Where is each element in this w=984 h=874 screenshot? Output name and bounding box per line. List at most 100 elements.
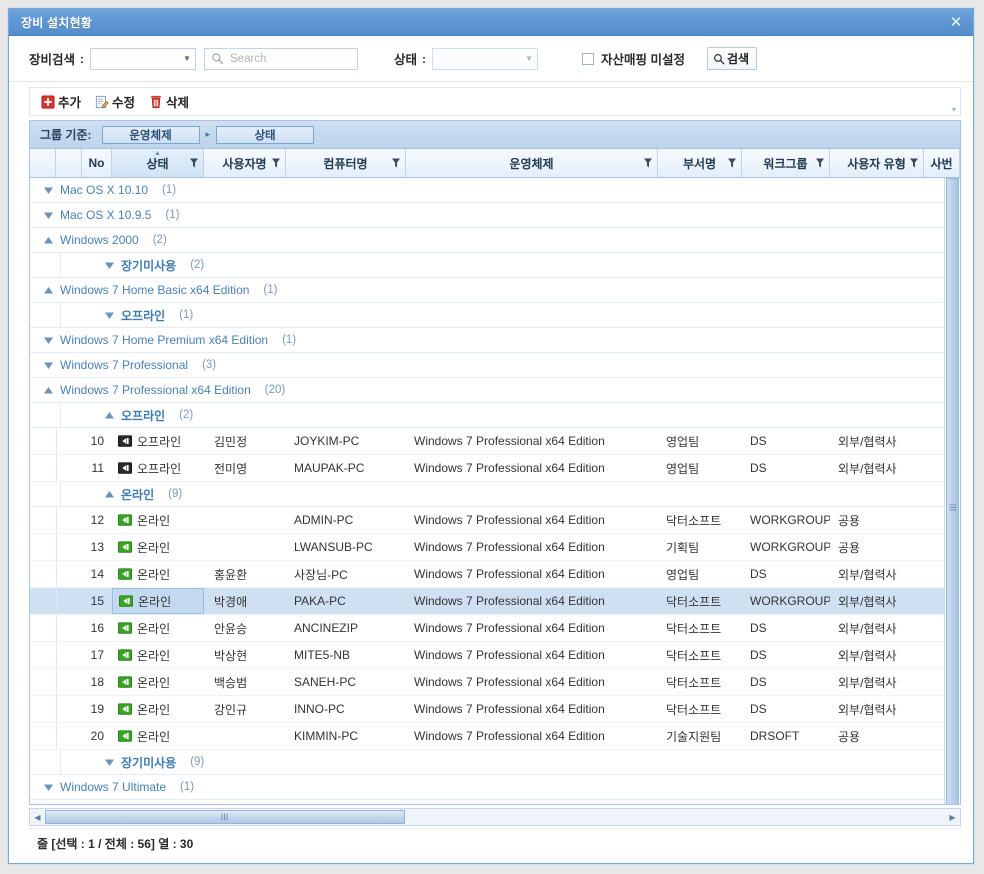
cell-no: 18 xyxy=(90,675,104,689)
filter-icon[interactable] xyxy=(392,158,400,168)
column-header-workgroup[interactable]: 워크그룹 xyxy=(742,149,830,177)
group-row-level-1[interactable]: Windows 7 Professional (3) xyxy=(30,353,960,378)
filter-icon[interactable] xyxy=(644,158,652,168)
horizontal-scrollbar-thumb[interactable] xyxy=(45,810,405,824)
collapse-triangle-icon[interactable] xyxy=(105,411,114,420)
group-row-level-1[interactable]: Mac OS X 10.9.5 (1) xyxy=(30,203,960,228)
group-row-content: Windows 7 Ultimate (1) xyxy=(30,775,194,799)
toolbar-overflow-icon[interactable]: ▾ xyxy=(952,106,956,114)
expand-triangle-icon[interactable] xyxy=(44,783,53,792)
group-row-level-1[interactable]: Windows 7 Home Premium x64 Edition (1) xyxy=(30,328,960,353)
close-icon[interactable]: ✕ xyxy=(945,12,967,32)
group-row-label: Windows 7 Ultimate xyxy=(60,780,167,794)
group-row-level-1[interactable]: Windows 2000 (2) xyxy=(30,228,960,253)
table-row[interactable]: 11 오프라인 전미영 MAUPAK-PC Windows 7 Professional… xyxy=(30,455,960,482)
add-button[interactable]: 추가 xyxy=(38,91,88,113)
status-label: 온라인 xyxy=(137,540,171,555)
expand-triangle-icon[interactable] xyxy=(44,336,53,345)
filter-icon[interactable] xyxy=(190,158,198,168)
group-row-level-1[interactable]: Windows 7 Home Basic x64 Edition (1) xyxy=(30,278,960,303)
cell-os: Windows 7 Professional x64 Edition xyxy=(414,648,605,662)
online-icon xyxy=(119,595,133,607)
cell-user-name: 전미영 xyxy=(214,461,248,476)
cell-no: 10 xyxy=(90,434,104,448)
group-row-level-1[interactable]: Mac OS X 10.10 (1) xyxy=(30,178,960,203)
column-header-empno[interactable]: 사번 xyxy=(924,149,960,177)
cell-status: 온라인 xyxy=(112,561,204,587)
expand-triangle-icon[interactable] xyxy=(105,758,114,767)
column-header-label: 사용자 유형 xyxy=(847,156,906,171)
column-header-spacer1[interactable] xyxy=(30,149,56,177)
horizontal-scrollbar[interactable]: ◀ ▶ xyxy=(29,808,961,826)
filter-icon[interactable] xyxy=(272,158,280,168)
expand-triangle-icon[interactable] xyxy=(105,261,114,270)
filter-icon[interactable] xyxy=(816,158,824,168)
delete-button[interactable]: 삭제 xyxy=(146,91,196,113)
filter-icon[interactable] xyxy=(728,158,736,168)
table-row[interactable]: 20 온라인 KIMMIN-PC Windows 7 Professional x64… xyxy=(30,723,960,750)
search-button[interactable]: 검색 xyxy=(707,47,758,70)
column-header-spacer2[interactable] xyxy=(56,149,82,177)
cell-user-name xyxy=(204,507,286,533)
scroll-right-icon[interactable]: ▶ xyxy=(945,809,960,825)
group-row-level-1[interactable]: Windows 7 Ultimate (1) xyxy=(30,775,960,800)
cell-department: 기획팀 xyxy=(666,540,700,555)
search-input-box[interactable] xyxy=(204,47,359,70)
group-chip-status[interactable]: 상태 xyxy=(216,125,315,144)
column-header-user[interactable]: 사용자명 xyxy=(204,149,286,177)
table-row[interactable]: 14 온라인 홍윤환 사장님-PC Windows 7 Professional x64… xyxy=(30,561,960,588)
group-row-level-2[interactable]: 오프라인 (2) xyxy=(30,403,960,428)
search-input[interactable] xyxy=(230,52,358,65)
unmapped-asset-checkbox[interactable]: 자산매핑 미설정 xyxy=(582,49,685,68)
scroll-left-icon[interactable]: ◀ xyxy=(30,809,45,825)
cell-user-type: 공용 xyxy=(838,540,861,555)
column-header-os[interactable]: 운영체제 xyxy=(406,149,658,177)
group-row-label: Windows 7 Professional x64 Edition xyxy=(60,383,251,397)
group-by-bar: 그룹 기준: 운영체제 ▸ 상태 xyxy=(29,120,961,148)
unmapped-asset-label: 자산매핑 미설정 xyxy=(601,53,686,67)
table-row[interactable]: 13 온라인 LWANSUB-PC Windows 7 Professional x6… xyxy=(30,534,960,561)
column-header-status[interactable]: ▲ 상태 xyxy=(112,149,204,177)
collapse-triangle-icon[interactable] xyxy=(105,490,114,499)
column-header-usertype[interactable]: 사용자 유형 xyxy=(830,149,924,177)
row-spacer-cell xyxy=(30,669,56,695)
table-row[interactable]: 18 온라인 백승범 SANEH-PC Windows 7 Professional x… xyxy=(30,669,960,696)
table-row[interactable]: 10 오프라인 김민정 JOYKIM-PC Windows 7 Professional… xyxy=(30,428,960,455)
group-row-level-2[interactable]: 장기미사용 (9) xyxy=(30,750,960,775)
group-row-level-2[interactable]: 온라인 (9) xyxy=(30,482,960,507)
column-header-computer[interactable]: 컴퓨터명 xyxy=(286,149,406,177)
table-row[interactable]: 19 온라인 강인규 INNO-PC Windows 7 Professional x6… xyxy=(30,696,960,723)
group-row-level-2[interactable]: 장기미사용 (2) xyxy=(30,253,960,278)
expand-triangle-icon[interactable] xyxy=(44,186,53,195)
cell-no: 20 xyxy=(90,729,104,743)
collapse-triangle-icon[interactable] xyxy=(44,236,53,245)
collapse-triangle-icon[interactable] xyxy=(44,386,53,395)
cell-department: 닥터소프트 xyxy=(666,621,722,636)
group-row-level-1[interactable]: Windows 7 Professional x64 Edition (20) xyxy=(30,378,960,403)
status-filter-combo[interactable]: ▼ xyxy=(432,47,539,70)
table-row[interactable]: 15 온라인 박경애 PAKA-PC Windows 7 Professional x6… xyxy=(30,588,960,615)
column-header-dept[interactable]: 부서명 xyxy=(658,149,742,177)
horizontal-scroll-track[interactable] xyxy=(45,809,945,825)
table-row[interactable]: 12 온라인 ADMIN-PC Windows 7 Professional x64 … xyxy=(30,507,960,534)
group-by-title: 그룹 기준: xyxy=(40,128,92,142)
vertical-scrollbar[interactable] xyxy=(944,178,960,804)
status-bar-text: 줄 [선택 : 1 / 전체 : 56] 열 : 30 xyxy=(37,836,194,851)
column-header-no[interactable]: No xyxy=(82,149,112,177)
collapse-triangle-icon[interactable] xyxy=(44,286,53,295)
search-button-label: 검색 xyxy=(727,52,750,66)
trash-icon xyxy=(151,95,161,108)
cell-user-name: 박경애 xyxy=(214,594,248,609)
table-row[interactable]: 16 온라인 안윤승 ANCINEZIP Windows 7 Professional … xyxy=(30,615,960,642)
edit-button[interactable]: 수정 xyxy=(92,91,142,113)
expand-triangle-icon[interactable] xyxy=(44,361,53,370)
group-row-level-2[interactable]: 오프라인 (1) xyxy=(30,303,960,328)
device-search-combo[interactable]: ▼ xyxy=(90,47,197,70)
table-row[interactable]: 17 온라인 박상현 MITE5-NB Windows 7 Professional x… xyxy=(30,642,960,669)
filter-icon[interactable] xyxy=(910,158,918,168)
expand-triangle-icon[interactable] xyxy=(44,211,53,220)
group-row-content: 온라인 (9) xyxy=(60,482,182,506)
vertical-scrollbar-thumb[interactable] xyxy=(946,178,959,804)
group-chip-os[interactable]: 운영체제 xyxy=(101,125,200,144)
expand-triangle-icon[interactable] xyxy=(105,311,114,320)
